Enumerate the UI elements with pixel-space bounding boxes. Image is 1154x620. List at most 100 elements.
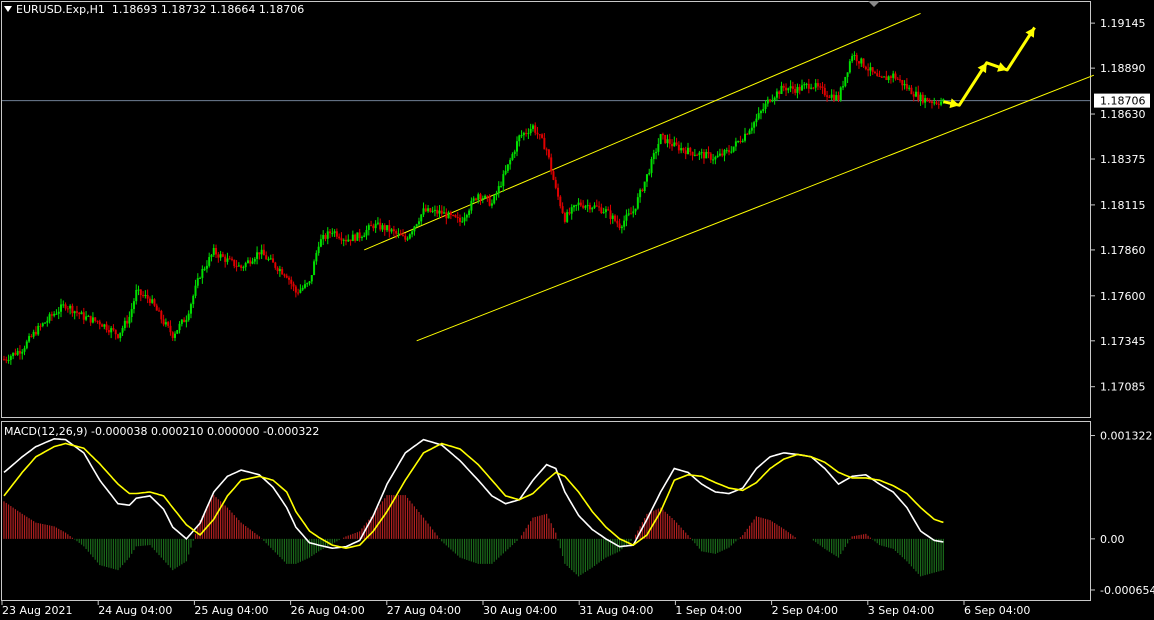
candle-body	[349, 239, 352, 242]
candle-body	[892, 73, 895, 78]
candle-body	[110, 328, 113, 333]
candle-body	[456, 217, 459, 219]
candle-body	[873, 71, 876, 74]
candle-body	[429, 208, 432, 212]
candle-body	[96, 320, 99, 322]
candle-body	[839, 87, 842, 101]
candle-body	[525, 132, 528, 134]
candle-body	[522, 132, 525, 136]
candle-body	[935, 102, 938, 104]
candle-body	[82, 312, 85, 320]
candle-body	[142, 295, 145, 297]
candle-body	[682, 148, 685, 151]
candle-body	[814, 83, 817, 88]
candle-body	[438, 210, 441, 214]
candle-body	[623, 220, 626, 227]
candle-body	[655, 151, 658, 154]
candle-body	[748, 130, 751, 135]
candle-body	[566, 212, 569, 222]
candle-body	[826, 95, 829, 97]
candle-body	[677, 144, 680, 151]
candle-body	[408, 234, 411, 239]
candle-body	[292, 283, 295, 287]
candle-body	[417, 221, 420, 225]
candle-body	[397, 233, 400, 235]
macd-tick-label: 0.001322	[1100, 430, 1153, 443]
candle-body	[600, 207, 603, 214]
candle-body	[454, 215, 457, 218]
candle-body	[584, 206, 587, 208]
candle-body	[636, 197, 639, 209]
candle-body	[905, 83, 908, 89]
time-tick-label: 6 Sep 04:00	[964, 604, 1030, 617]
chart-header[interactable]: EURUSD.Exp,H1 1.18693 1.18732 1.18664 1.…	[4, 3, 304, 16]
candle-body	[28, 336, 31, 342]
candle-body	[520, 135, 523, 137]
candle-body	[256, 252, 259, 259]
candle-body	[335, 231, 338, 237]
candle-body	[823, 87, 826, 96]
candle-body	[94, 317, 97, 321]
candle-body	[837, 95, 840, 101]
price-tick-label: 1.18115	[1100, 199, 1146, 212]
candle-body	[586, 205, 589, 207]
candle-body	[643, 181, 646, 191]
candle-body	[381, 225, 384, 230]
candle-body	[121, 328, 124, 333]
candle-body	[310, 275, 313, 282]
candle-body	[347, 239, 350, 242]
candle-body	[379, 222, 382, 230]
candle-body	[641, 189, 644, 191]
candle-body	[803, 84, 806, 86]
ohlc-values: 1.18693 1.18732 1.18664 1.18706	[111, 3, 305, 16]
candle-body	[98, 321, 101, 325]
candle-body	[445, 212, 448, 219]
candle-body	[915, 91, 917, 97]
candle-body	[151, 299, 154, 303]
candle-body	[538, 134, 541, 136]
candle-body	[16, 350, 19, 355]
candle-body	[755, 118, 758, 123]
macd-name: MACD(12,26,9)	[4, 425, 88, 438]
candle-body	[659, 134, 662, 145]
candle-body	[180, 319, 183, 324]
candle-body	[639, 189, 642, 198]
candle-body	[269, 258, 272, 260]
candle-body	[228, 258, 231, 260]
candle-body	[493, 195, 496, 204]
candle-body	[782, 85, 785, 88]
candle-body	[18, 350, 21, 354]
candle-body	[351, 234, 354, 242]
dropdown-triangle-icon[interactable]	[4, 6, 12, 12]
macd-header: MACD(12,26,9) -0.000038 0.000210 0.00000…	[4, 425, 319, 438]
candle-body	[427, 208, 430, 212]
candle-body	[869, 67, 872, 71]
candle-body	[265, 255, 268, 260]
candle-body	[721, 153, 724, 156]
candle-body	[388, 225, 391, 232]
candle-body	[769, 99, 772, 102]
candle-body	[928, 101, 931, 103]
candle-body	[924, 98, 927, 103]
candle-body	[812, 87, 815, 89]
candle-body	[766, 99, 769, 104]
candle-body	[103, 324, 106, 327]
candle-body	[668, 139, 671, 145]
candle-body	[816, 83, 819, 87]
candle-body	[235, 266, 238, 268]
candle-body	[725, 150, 728, 152]
candle-body	[285, 275, 288, 278]
candle-body	[443, 212, 446, 214]
candle-body	[148, 298, 151, 303]
candle-body	[208, 257, 211, 266]
candle-body	[810, 87, 813, 89]
candle-body	[878, 75, 881, 77]
candle-body	[627, 213, 630, 215]
candle-body	[461, 221, 464, 223]
candle-body	[876, 73, 879, 76]
candle-body	[324, 235, 327, 239]
candle-body	[705, 151, 708, 159]
candle-body	[712, 159, 715, 161]
candle-body	[789, 86, 792, 89]
candle-body	[452, 214, 455, 216]
